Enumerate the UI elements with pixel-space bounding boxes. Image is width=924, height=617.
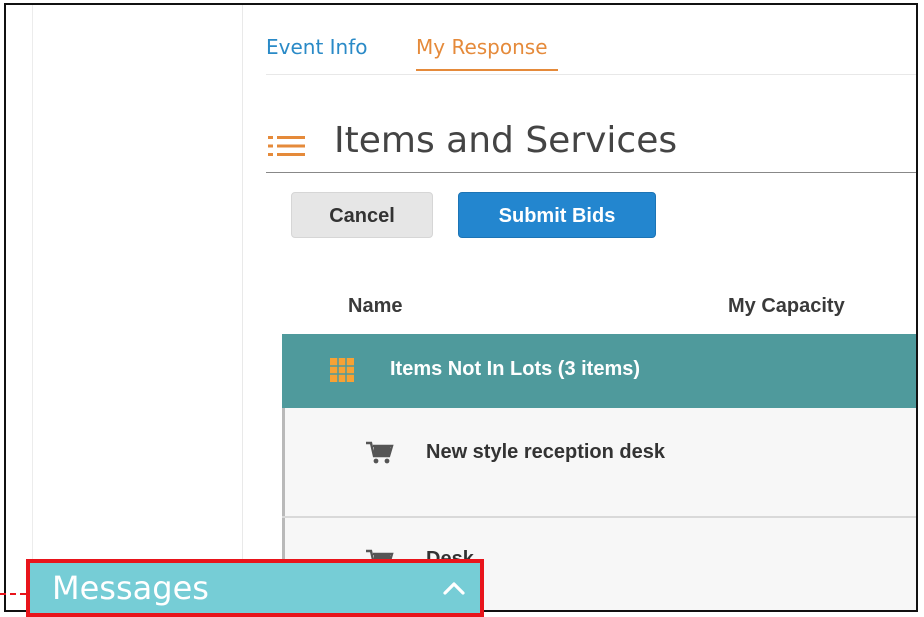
item-name: New style reception desk	[426, 441, 665, 463]
column-header-my-capacity[interactable]: My Capacity	[728, 295, 845, 318]
lot-group-label: Items Not In Lots (3 items)	[390, 358, 641, 380]
tab-my-response[interactable]: My Response	[416, 35, 548, 59]
annotation-connector	[0, 593, 26, 595]
cancel-button[interactable]: Cancel	[291, 192, 433, 238]
list-icon	[268, 136, 305, 156]
messages-panel-toggle[interactable]: Messages	[26, 559, 484, 617]
left-rail-divider	[32, 5, 33, 610]
screenshot-frame: Event Info My Response Items and Service…	[4, 3, 918, 612]
lot-group-row[interactable]: Items Not In Lots (3 items)	[282, 334, 916, 408]
cart-icon	[366, 441, 394, 464]
section-divider	[266, 172, 916, 173]
content-divider	[242, 5, 243, 610]
item-row[interactable]: New style reception desk	[282, 408, 916, 516]
grid-icon	[330, 358, 354, 382]
column-header-name[interactable]: Name	[348, 295, 402, 318]
active-tab-underline	[416, 69, 558, 71]
submit-bids-button[interactable]: Submit Bids	[458, 192, 656, 238]
chevron-up-icon[interactable]	[442, 577, 466, 599]
tab-event-info[interactable]: Event Info	[266, 35, 368, 59]
messages-label: Messages	[52, 569, 209, 607]
tabs-divider	[266, 74, 916, 75]
section-title: Items and Services	[334, 120, 678, 161]
